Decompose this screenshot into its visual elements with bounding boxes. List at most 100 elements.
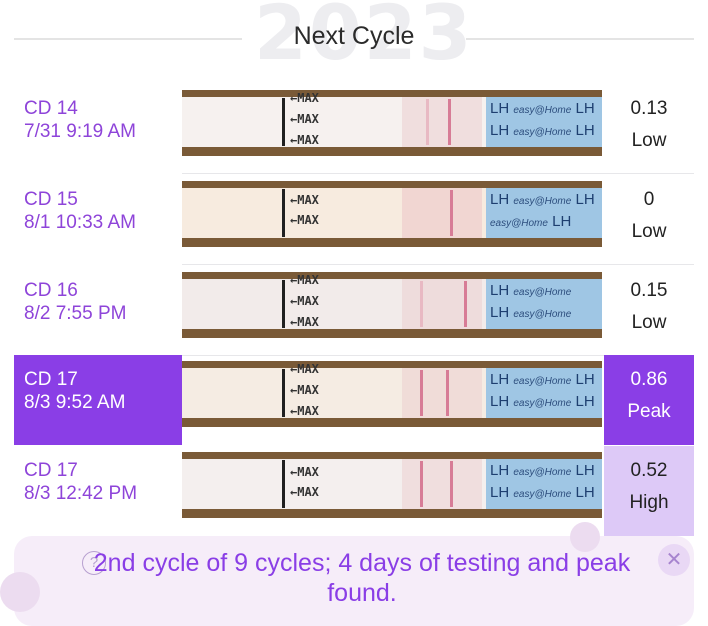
brand-text: LH (552, 213, 572, 230)
test-line (420, 281, 423, 327)
brand-mark: easy@Home (513, 309, 572, 320)
brand-text: LH (490, 371, 510, 388)
brand-mark: easy@Home (513, 376, 572, 387)
test-strip-photo[interactable]: ←MAX ←MAX ←MAX LH easy@Home LH LH easy@H… (182, 90, 602, 156)
lh-result: 0 Low (604, 175, 694, 265)
test-date: CD 17 8/3 9:52 AM (24, 369, 182, 414)
test-strip-photo[interactable]: ←MAX ←MAX ←MAX LH easy@Home LH easy@Home (182, 272, 602, 338)
test-row[interactable]: CD 17 8/3 12:42 PM ←MAX ←MAX LH easy@Hom… (0, 446, 708, 536)
brand-handle: LH easy@Home LH easy@Home LH (486, 188, 602, 238)
result-window (402, 368, 482, 418)
test-line (420, 370, 423, 416)
lh-level: High (629, 492, 669, 513)
header-divider-left (14, 38, 242, 40)
test-strip-photo[interactable]: ←MAX ←MAX LH easy@Home LH LH easy@Home L… (182, 452, 602, 518)
test-row[interactable]: CD 15 8/1 10:33 AM ←MAX ←MAX LH easy@Hom… (0, 175, 708, 265)
test-datetime: 8/1 10:33 AM (24, 212, 136, 233)
brand-text: LH (490, 484, 510, 501)
row-divider (182, 264, 694, 265)
brand-handle: LH easy@Home LH LH easy@Home LH (486, 459, 602, 509)
max-label: ←MAX (290, 133, 319, 147)
max-line (282, 460, 285, 508)
max-label: ←MAX (290, 485, 319, 499)
brand-mark: easy@Home (513, 467, 572, 478)
test-strip-photo[interactable]: ←MAX ←MAX ←MAX LH easy@Home LH LH easy@H… (182, 361, 602, 427)
control-line (450, 190, 453, 236)
cycle-day: CD 15 (24, 189, 78, 210)
lh-ratio: 0.13 (630, 98, 668, 119)
brand-handle: LH easy@Home LH easy@Home (486, 279, 602, 329)
brand-mark: easy@Home (513, 105, 572, 116)
cycle-day: CD 14 (24, 98, 78, 119)
test-row[interactable]: CD 14 7/31 9:19 AM ←MAX ←MAX ←MAX LH eas… (0, 84, 708, 174)
result-window (402, 97, 482, 147)
brand-text: LH (490, 462, 510, 479)
brand-text: LH (575, 122, 595, 139)
cycle-day: CD 17 (24, 460, 78, 481)
cycle-summary-banner: ? 2nd cycle of 9 cycles; 4 days of testi… (0, 522, 694, 626)
brand-text: LH (575, 393, 595, 410)
brand-text: LH (575, 484, 595, 501)
max-line (282, 98, 285, 146)
test-datetime: 7/31 9:19 AM (24, 121, 136, 142)
brand-mark: easy@Home (513, 398, 572, 409)
max-label: ←MAX (290, 193, 319, 207)
max-label: ←MAX (290, 294, 319, 308)
lh-level: Low (631, 312, 667, 333)
test-row[interactable]: CD 16 8/2 7:55 PM ←MAX ←MAX ←MAX LH easy… (0, 266, 708, 356)
brand-mark: easy@Home (513, 489, 572, 500)
lh-result: 0.52 High (604, 446, 694, 536)
max-label: ←MAX (290, 91, 319, 105)
cycle-title: Next Cycle (293, 22, 415, 50)
max-line (282, 369, 285, 417)
test-strip-photo[interactable]: ←MAX ←MAX LH easy@Home LH easy@Home LH (182, 181, 602, 247)
test-date: CD 14 7/31 9:19 AM (24, 98, 182, 143)
brand-mark: easy@Home (513, 127, 572, 138)
row-divider (182, 173, 694, 174)
max-label: ←MAX (290, 362, 319, 376)
test-date: CD 17 8/3 12:42 PM (24, 460, 182, 505)
brand-text: LH (490, 393, 510, 410)
lh-level: Low (631, 221, 667, 242)
max-label: ←MAX (290, 383, 319, 397)
brand-text: LH (575, 100, 595, 117)
lh-ratio: 0.15 (630, 280, 668, 301)
max-line (282, 189, 285, 237)
brand-text: LH (490, 191, 510, 208)
brand-text: LH (575, 191, 595, 208)
lh-level: Peak (627, 401, 671, 422)
lh-level: Low (631, 130, 667, 151)
lh-result: 0.86 Peak (604, 355, 694, 445)
test-datetime: 8/3 9:52 AM (24, 392, 126, 413)
result-window (402, 188, 482, 238)
cycle-day: CD 16 (24, 280, 78, 301)
header-divider-right (466, 38, 694, 40)
decorative-dot (0, 572, 40, 612)
test-date: CD 15 8/1 10:33 AM (24, 189, 182, 234)
brand-mark: easy@Home (513, 196, 572, 207)
test-date: CD 16 8/2 7:55 PM (24, 280, 182, 325)
control-line (450, 461, 453, 507)
max-label: ←MAX (290, 315, 319, 329)
brand-handle: LH easy@Home LH LH easy@Home LH (486, 97, 602, 147)
test-datetime: 8/3 12:42 PM (24, 483, 138, 504)
test-line (426, 99, 429, 145)
result-window (402, 279, 482, 329)
brand-text: LH (490, 304, 510, 321)
brand-text: LH (575, 371, 595, 388)
lh-ratio: 0 (643, 189, 655, 210)
brand-text: LH (490, 100, 510, 117)
max-label: ←MAX (290, 112, 319, 126)
test-line (420, 461, 423, 507)
control-line (464, 281, 467, 327)
cycle-header: 2023 Next Cycle (0, 0, 708, 80)
close-icon[interactable]: ✕ (658, 544, 690, 576)
test-row-selected[interactable]: CD 17 8/3 9:52 AM ←MAX ←MAX ←MAX LH easy… (0, 355, 708, 445)
test-datetime: 8/2 7:55 PM (24, 303, 127, 324)
max-label: ←MAX (290, 213, 319, 227)
brand-text: LH (490, 282, 510, 299)
lh-result: 0.13 Low (604, 84, 694, 174)
lh-result: 0.15 Low (604, 266, 694, 356)
max-label: ←MAX (290, 273, 319, 287)
brand-text: LH (490, 122, 510, 139)
